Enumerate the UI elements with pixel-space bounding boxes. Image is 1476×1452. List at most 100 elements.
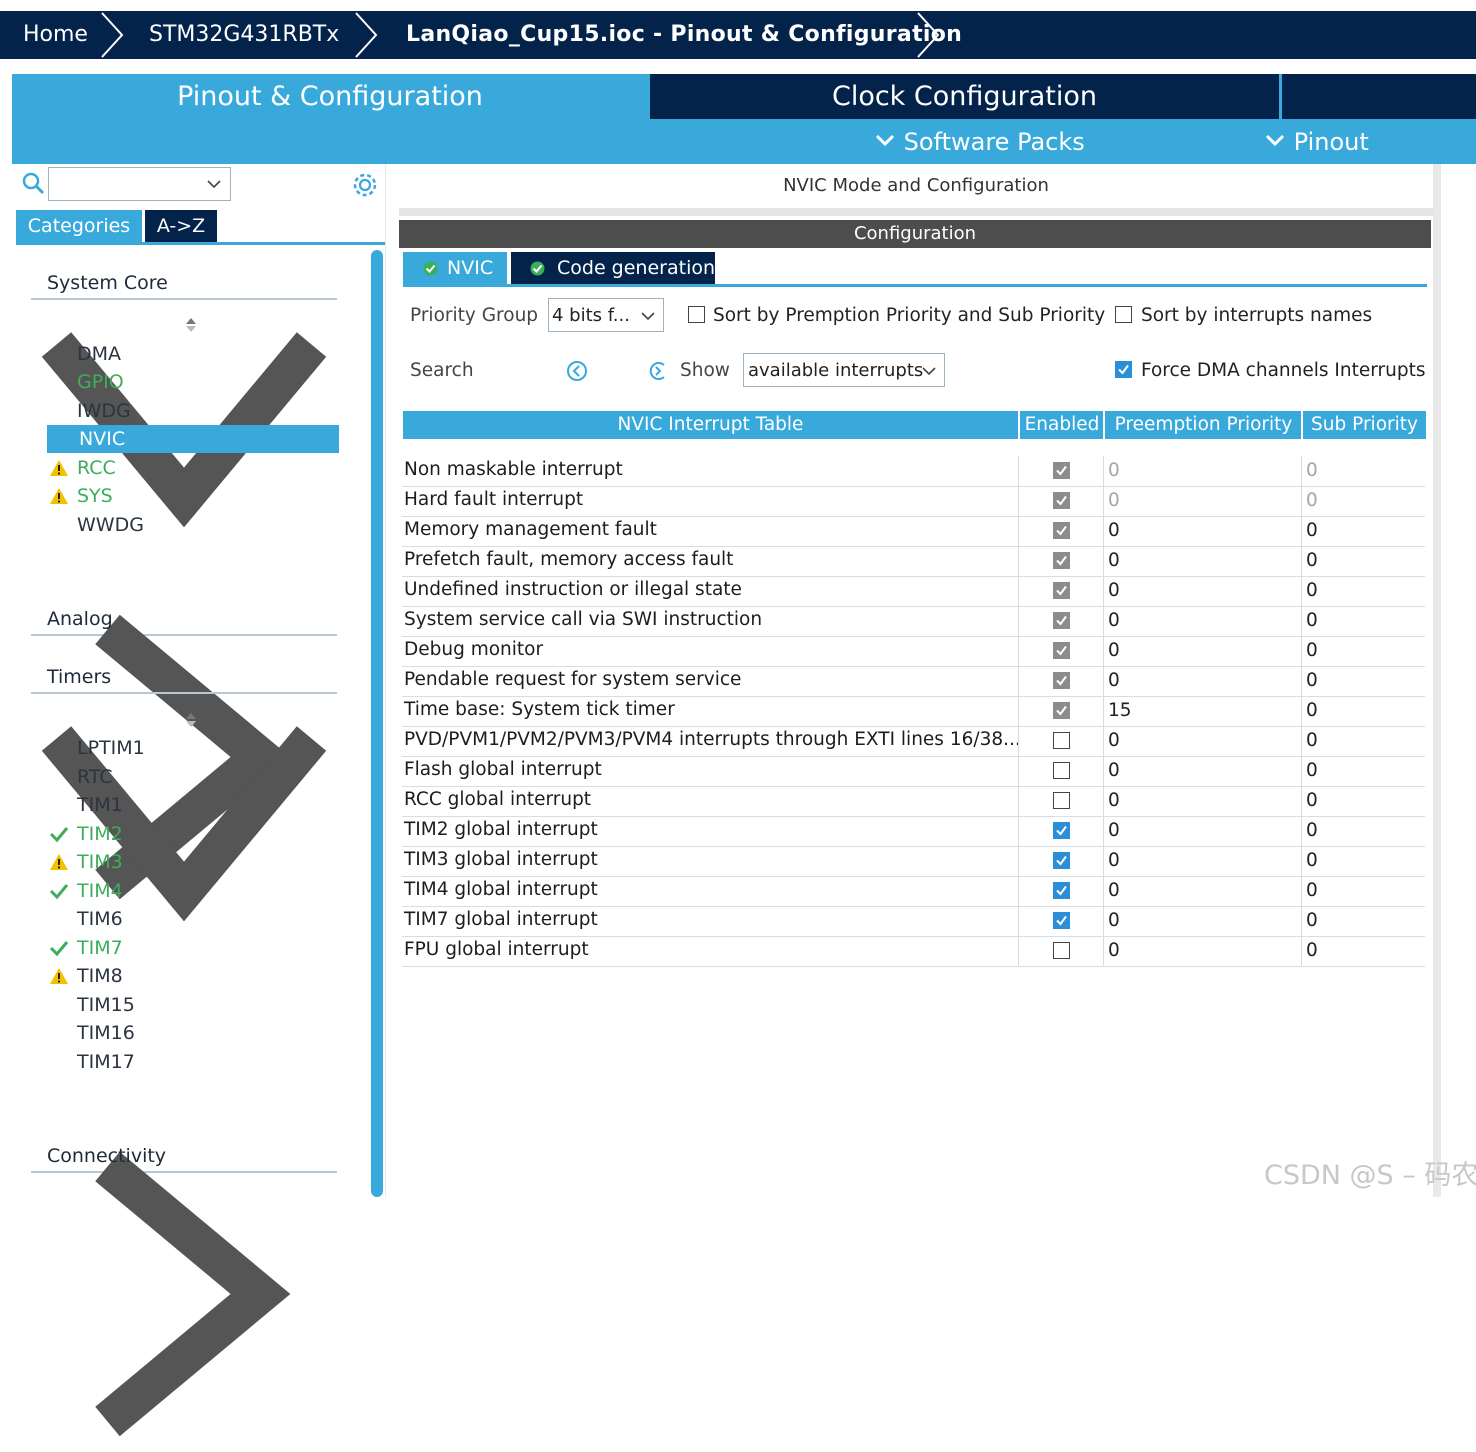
- sub-priority-cell[interactable]: 0: [1306, 820, 1318, 841]
- gear-icon[interactable]: [352, 172, 378, 198]
- preemption-priority-cell[interactable]: 0: [1108, 730, 1120, 751]
- tab-extra[interactable]: [1282, 74, 1476, 119]
- table-row[interactable]: Flash global interrupt 0 0: [402, 756, 1425, 787]
- list-item-rcc[interactable]: RCC: [50, 455, 116, 481]
- enabled-checkbox[interactable]: [1053, 762, 1070, 779]
- enabled-checkbox[interactable]: [1053, 882, 1070, 899]
- table-row[interactable]: Undefined instruction or illegal state 0 0: [402, 576, 1425, 607]
- tab-nvic[interactable]: NVIC: [403, 252, 507, 284]
- table-row[interactable]: TIM4 global interrupt 0 0: [402, 876, 1425, 907]
- preemption-priority-cell[interactable]: 0: [1108, 820, 1120, 841]
- sub-priority-cell[interactable]: 0: [1306, 520, 1318, 541]
- list-item-tim15[interactable]: TIM15: [77, 992, 135, 1018]
- enabled-checkbox[interactable]: [1053, 462, 1070, 479]
- category-system-core[interactable]: System Core: [31, 268, 337, 528]
- preemption-priority-cell[interactable]: 0: [1108, 880, 1120, 901]
- category-timers[interactable]: Timers: [31, 662, 337, 922]
- sub-priority-cell[interactable]: 0: [1306, 880, 1318, 901]
- priority-group-select[interactable]: 4 bits f...: [548, 298, 664, 332]
- col-header-sub-priority[interactable]: Sub Priority: [1303, 411, 1426, 439]
- list-item-sys[interactable]: SYS: [50, 483, 113, 509]
- sub-priority-cell[interactable]: 0: [1306, 460, 1318, 481]
- list-item-tim8[interactable]: TIM8: [50, 963, 123, 989]
- enabled-checkbox[interactable]: [1053, 732, 1070, 749]
- preemption-priority-cell[interactable]: 0: [1108, 610, 1120, 631]
- table-row[interactable]: Time base: System tick timer 15 0: [402, 696, 1425, 727]
- table-row[interactable]: Non maskable interrupt 0 0: [402, 456, 1425, 487]
- enabled-checkbox[interactable]: [1053, 612, 1070, 629]
- preemption-priority-cell[interactable]: 0: [1108, 850, 1120, 871]
- col-header-interrupt[interactable]: NVIC Interrupt Table: [403, 411, 1018, 439]
- list-item-tim16[interactable]: TIM16: [77, 1020, 135, 1046]
- table-row[interactable]: Pendable request for system service 0 0: [402, 666, 1425, 697]
- list-item-tim1[interactable]: TIM1: [77, 792, 123, 818]
- sub-priority-cell[interactable]: 0: [1306, 910, 1318, 931]
- sort-icon[interactable]: [186, 318, 196, 332]
- sub-priority-cell[interactable]: 0: [1306, 850, 1318, 871]
- enabled-checkbox[interactable]: [1053, 552, 1070, 569]
- table-row[interactable]: Debug monitor 0 0: [402, 636, 1425, 667]
- list-item-dma[interactable]: DMA: [77, 341, 121, 367]
- enabled-checkbox[interactable]: [1053, 492, 1070, 509]
- col-header-enabled[interactable]: Enabled: [1020, 411, 1104, 439]
- table-row[interactable]: System service call via SWI instruction 0…: [402, 606, 1425, 637]
- list-item-iwdg[interactable]: IWDG: [77, 398, 131, 424]
- tab-categories[interactable]: Categories: [16, 210, 142, 242]
- preemption-priority-cell[interactable]: 0: [1108, 520, 1120, 541]
- enabled-checkbox[interactable]: [1053, 522, 1070, 539]
- table-row[interactable]: Memory management fault 0 0: [402, 516, 1425, 547]
- list-item-tim3[interactable]: TIM3: [50, 849, 123, 875]
- preemption-priority-cell[interactable]: 0: [1108, 670, 1120, 691]
- enabled-checkbox[interactable]: [1053, 702, 1070, 719]
- breadcrumb-project[interactable]: LanQiao_Cup15.ioc - Pinout & Configurati…: [406, 11, 962, 59]
- category-connectivity[interactable]: Connectivity: [31, 1141, 337, 1437]
- preemption-priority-cell[interactable]: 0: [1108, 580, 1120, 601]
- table-row[interactable]: RCC global interrupt 0 0: [402, 786, 1425, 817]
- tab-a-z[interactable]: A->Z: [145, 210, 217, 242]
- preemption-priority-cell[interactable]: 0: [1108, 490, 1120, 511]
- search-combo[interactable]: [48, 167, 231, 201]
- list-item-tim7[interactable]: TIM7: [49, 935, 123, 961]
- force-dma-checkbox[interactable]: [1115, 361, 1132, 378]
- breadcrumb-home[interactable]: Home: [23, 11, 88, 59]
- sort-icon[interactable]: [186, 713, 196, 727]
- enabled-checkbox[interactable]: [1053, 912, 1070, 929]
- sub-priority-cell[interactable]: 0: [1306, 730, 1318, 751]
- sub-priority-cell[interactable]: 0: [1306, 610, 1318, 631]
- col-header-preemption[interactable]: Preemption Priority: [1105, 411, 1302, 439]
- table-row[interactable]: PVD/PVM1/PVM2/PVM3/PVM4 interrupts throu…: [402, 726, 1425, 757]
- preemption-priority-cell[interactable]: 0: [1108, 550, 1120, 571]
- tab-code-generation[interactable]: Code generation: [511, 252, 715, 284]
- sidebar-scrollbar[interactable]: [371, 250, 383, 1197]
- sub-priority-cell[interactable]: 0: [1306, 790, 1318, 811]
- panel-scrollbar[interactable]: [1433, 164, 1441, 1197]
- enabled-checkbox[interactable]: [1053, 792, 1070, 809]
- table-row[interactable]: FPU global interrupt 0 0: [402, 936, 1425, 967]
- preemption-priority-cell[interactable]: 0: [1108, 460, 1120, 481]
- preemption-priority-cell[interactable]: 0: [1108, 790, 1120, 811]
- sort-names-checkbox[interactable]: [1115, 306, 1132, 323]
- list-item-gpio[interactable]: GPIO: [77, 369, 124, 395]
- enabled-checkbox[interactable]: [1053, 852, 1070, 869]
- list-item-tim6[interactable]: TIM6: [77, 906, 123, 932]
- sub-priority-cell[interactable]: 0: [1306, 940, 1318, 961]
- list-item-tim2[interactable]: TIM2: [49, 821, 123, 847]
- panel-splitter[interactable]: [385, 164, 400, 1197]
- sub-priority-cell[interactable]: 0: [1306, 580, 1318, 601]
- search-next-icon[interactable]: [647, 360, 669, 382]
- table-row[interactable]: TIM2 global interrupt 0 0: [402, 816, 1425, 847]
- pinout-menu[interactable]: Pinout: [1264, 122, 1369, 162]
- enabled-checkbox[interactable]: [1053, 642, 1070, 659]
- sub-priority-cell[interactable]: 0: [1306, 700, 1318, 721]
- list-item-wwdg[interactable]: WWDG: [77, 512, 144, 538]
- list-item-nvic-selected[interactable]: NVIC: [47, 425, 339, 453]
- table-row[interactable]: Hard fault interrupt 0 0: [402, 486, 1425, 517]
- list-item-lptim1[interactable]: LPTIM1: [77, 735, 145, 761]
- list-item-tim4[interactable]: TIM4: [49, 878, 123, 904]
- preemption-priority-cell[interactable]: 0: [1108, 760, 1120, 781]
- list-item-tim17[interactable]: TIM17: [77, 1049, 135, 1075]
- list-item-rtc[interactable]: RTC: [77, 764, 113, 790]
- sub-priority-cell[interactable]: 0: [1306, 760, 1318, 781]
- sub-priority-cell[interactable]: 0: [1306, 490, 1318, 511]
- tab-pinout-configuration[interactable]: Pinout & Configuration: [12, 74, 648, 119]
